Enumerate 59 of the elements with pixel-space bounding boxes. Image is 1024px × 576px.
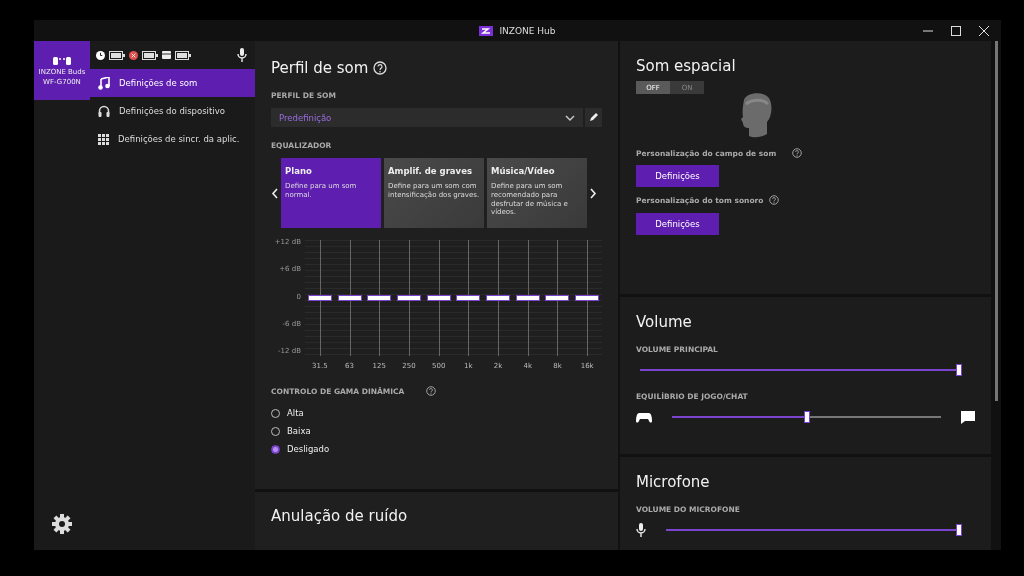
section-title: Perfil de som [271,59,369,77]
slider-thumb[interactable] [956,364,962,376]
section-title: Som espacial [636,57,737,75]
radio-option[interactable]: Baixa [271,426,602,436]
battery-icon [175,50,191,60]
chat-bubble-icon [961,410,975,424]
help-icon[interactable] [769,195,780,206]
help-icon[interactable] [426,386,436,396]
eq-band-slider[interactable] [483,240,513,356]
sidebar-item[interactable]: Definições do dispositivo [90,97,255,125]
scrollbar[interactable] [995,41,998,401]
help-icon[interactable] [792,148,802,158]
slider-thumb[interactable] [456,295,481,301]
slider-thumb[interactable] [367,295,392,301]
section-title: Microfone [636,473,711,491]
radio-option[interactable]: Desligado [271,444,602,454]
slider-thumb[interactable] [545,295,570,301]
chevron-left-icon[interactable] [271,187,278,199]
error-icon [129,50,138,60]
settings-button[interactable]: Definições [636,212,719,235]
microphone-icon [237,48,247,62]
case-icon [162,51,171,59]
close-icon[interactable] [979,26,989,36]
settings-icon[interactable] [52,514,72,534]
maximize-icon[interactable] [951,26,961,36]
radio-option[interactable]: Alta [271,408,602,418]
window-title: INZONE Hub [499,25,556,36]
slider-thumb[interactable] [575,295,600,301]
eq-band-slider[interactable] [394,240,424,356]
slider-thumb[interactable] [337,295,362,301]
chevron-right-icon[interactable] [590,187,597,199]
clock-icon [96,50,105,60]
slider-thumb[interactable] [515,295,540,301]
eq-band-slider[interactable] [305,240,335,356]
slider-thumb[interactable] [426,295,451,301]
headphones-icon [98,105,110,117]
sidebar-item[interactable]: Definições de som [90,69,255,97]
app-logo-icon [479,25,494,36]
edit-button[interactable] [585,108,602,127]
battery-icon [109,50,125,60]
chevron-down-icon [565,114,575,121]
microphone-icon [636,523,646,537]
grid-icon [98,133,109,145]
slider-thumb[interactable] [396,295,421,301]
earbuds-icon [52,55,72,66]
section-title: Volume [636,313,693,331]
pencil-icon [589,113,598,122]
profile-dropdown[interactable]: Predefinição [271,108,583,127]
gamepad-icon [636,411,652,423]
slider-thumb[interactable] [956,524,962,536]
battery-icon [142,50,158,60]
settings-button[interactable]: Definições [636,165,719,188]
slider-thumb[interactable] [307,295,332,301]
slider-thumb[interactable] [803,411,810,423]
sidebar-item[interactable]: Definições de sincr. da aplic. [90,125,255,153]
section-title: Anulação de ruído [271,507,408,525]
slider-thumb[interactable] [486,295,511,301]
music-note-icon [98,76,110,90]
radio-button[interactable] [271,444,280,454]
